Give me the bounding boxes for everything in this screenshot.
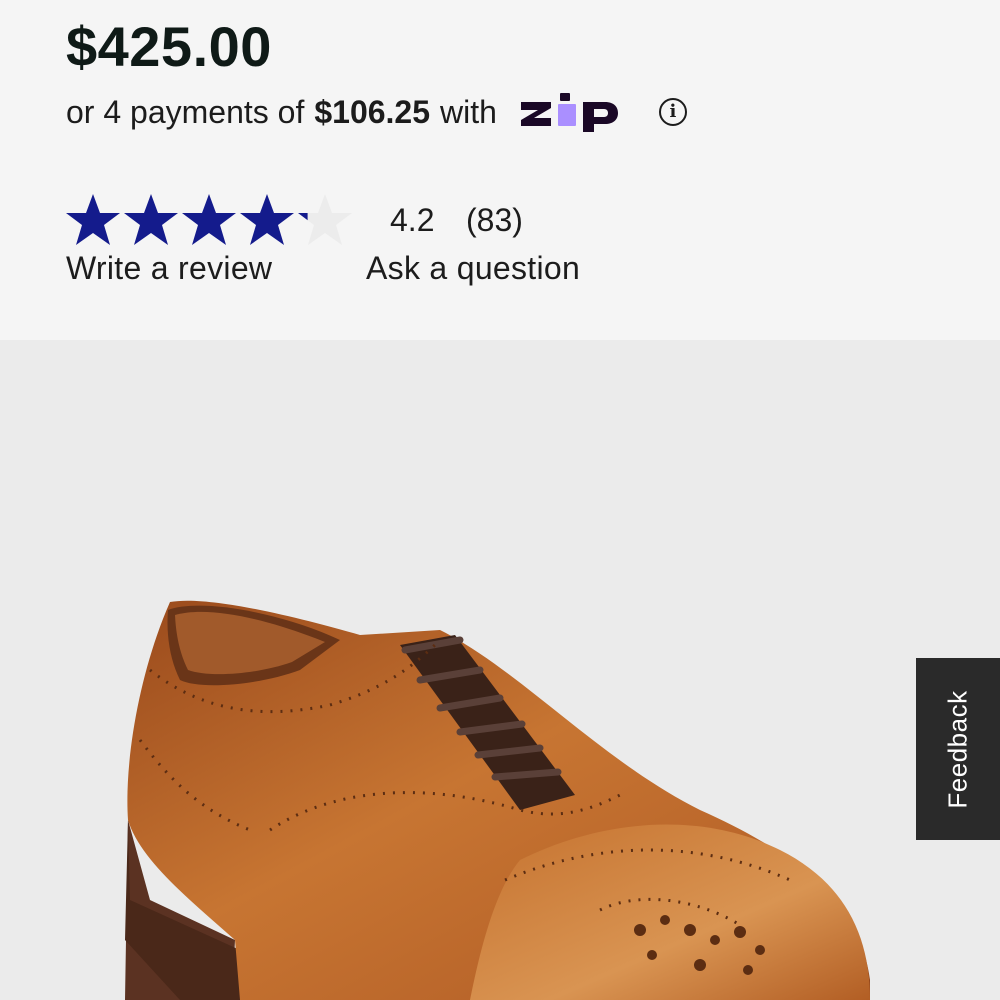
feedback-label: Feedback bbox=[942, 689, 973, 809]
feedback-tab[interactable]: Feedback bbox=[916, 658, 1000, 840]
star-icon bbox=[240, 194, 294, 245]
ask-question-link[interactable]: Ask a question bbox=[366, 250, 580, 287]
star-rating bbox=[64, 192, 354, 248]
partial-star-icon bbox=[298, 194, 352, 245]
rating-value: 4.2 bbox=[390, 202, 435, 238]
star-icon bbox=[124, 194, 178, 245]
product-page: $425.00 or 4 payments of $106.25 with i bbox=[0, 0, 1000, 1000]
installment-offer: or 4 payments of $106.25 with i bbox=[66, 88, 687, 136]
product-price: $425.00 bbox=[66, 15, 272, 78]
info-circle-icon[interactable]: i bbox=[658, 98, 687, 126]
zip-logo-graphic bbox=[520, 93, 618, 132]
zip-logo bbox=[519, 92, 641, 132]
write-review-link[interactable]: Write a review bbox=[66, 250, 272, 287]
product-image-panel bbox=[0, 340, 1000, 1000]
star-icon bbox=[66, 194, 120, 245]
installment-suffix: with bbox=[440, 93, 497, 130]
product-info-panel: $425.00 or 4 payments of $106.25 with i bbox=[0, 0, 1000, 340]
product-image bbox=[125, 600, 870, 1000]
installment-amount: $106.25 bbox=[314, 93, 431, 130]
installment-prefix: or 4 payments of bbox=[66, 93, 305, 130]
star-icon bbox=[182, 194, 236, 245]
rating-count[interactable]: (83) bbox=[466, 202, 523, 239]
